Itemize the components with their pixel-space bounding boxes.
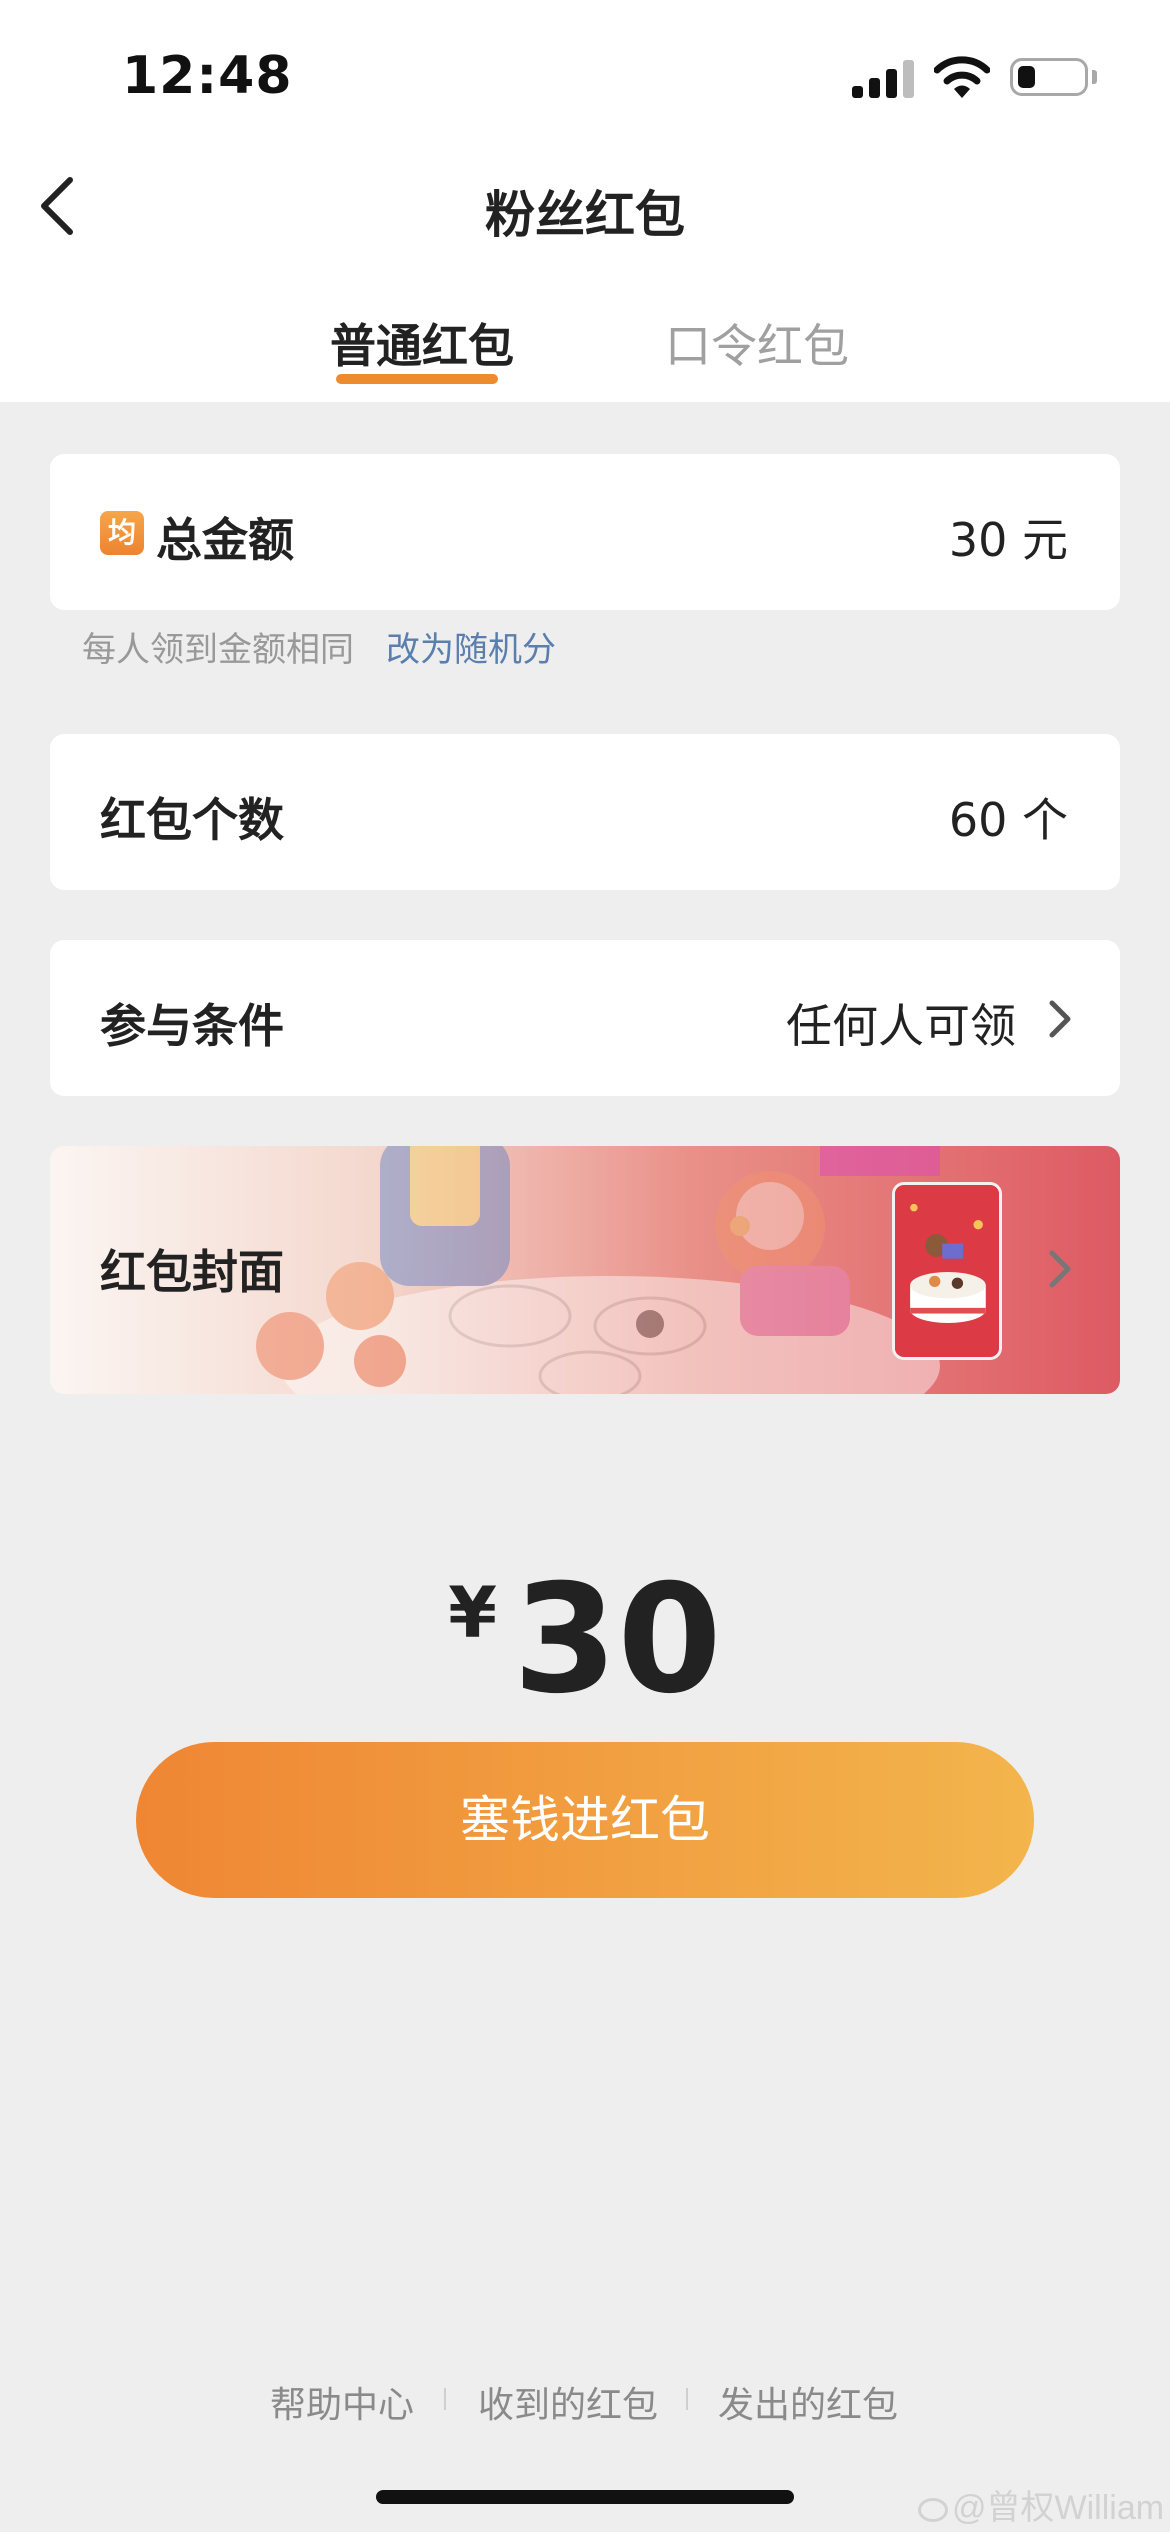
tab-password-red-packet[interactable]: 口令红包 [665, 310, 849, 376]
equal-split-badge: 均 [100, 511, 144, 555]
chevron-right-icon [1049, 1250, 1071, 1288]
amount-display: ¥30 [0, 1560, 1170, 1720]
total-amount-value[interactable]: 30 元 [949, 504, 1068, 570]
watermark: @曾权William [918, 2480, 1164, 2529]
conditions-label: 参与条件 [100, 999, 284, 1053]
amount-value: 30 [512, 1553, 722, 1727]
wifi-icon [934, 56, 990, 98]
received-packets-link[interactable]: 收到的红包 [478, 2376, 658, 2428]
packet-count-value[interactable]: 60 个 [949, 784, 1068, 850]
weibo-icon [918, 2498, 948, 2523]
chevron-right-icon [1049, 1000, 1071, 1038]
battery-icon [1010, 58, 1088, 96]
total-amount-label: 总金额 [156, 513, 294, 567]
packet-count-row[interactable]: 红包个数 60 个 [50, 734, 1120, 890]
switch-to-random-link[interactable]: 改为随机分 [386, 622, 556, 671]
total-amount-row[interactable]: 均 总金额 30 元 [50, 454, 1120, 610]
tab-normal-red-packet[interactable]: 普通红包 [330, 310, 514, 376]
footer-divider [444, 2388, 446, 2410]
sent-packets-link[interactable]: 发出的红包 [718, 2376, 898, 2428]
active-tab-indicator [336, 374, 498, 384]
battery-cap [1092, 70, 1097, 84]
cover-label: 红包封面 [100, 1245, 284, 1299]
footer-divider [686, 2388, 688, 2410]
status-time: 12:48 [122, 46, 293, 106]
split-hint-text: 每人领到金额相同 [82, 630, 354, 670]
help-center-link[interactable]: 帮助中心 [270, 2376, 414, 2428]
red-packet-cover-thumbnail[interactable] [892, 1182, 1002, 1360]
conditions-value: 任何人可领 [786, 999, 1016, 1053]
page-title: 粉丝红包 [485, 186, 685, 244]
cellular-signal-icon [852, 58, 916, 98]
put-money-button[interactable]: 塞钱进红包 [136, 1742, 1034, 1898]
home-indicator [376, 2490, 794, 2504]
battery-level [1018, 66, 1035, 88]
conditions-row[interactable]: 参与条件 任何人可领 [50, 940, 1120, 1096]
packet-count-label: 红包个数 [100, 793, 284, 847]
watermark-text: @曾权William [952, 2489, 1165, 2527]
currency-symbol: ¥ [448, 1572, 497, 1654]
cover-row[interactable]: 红包封面 [50, 1146, 1120, 1394]
